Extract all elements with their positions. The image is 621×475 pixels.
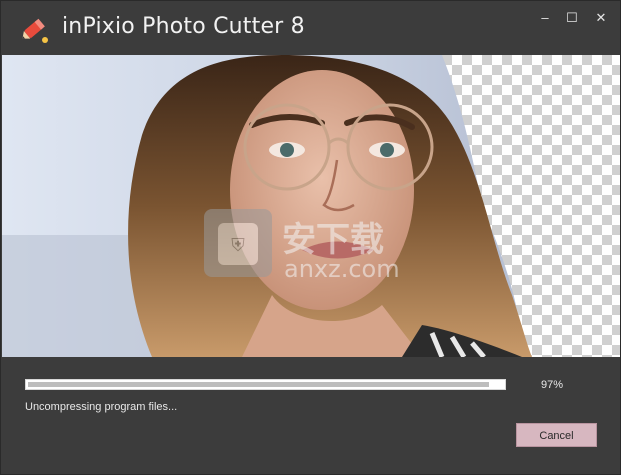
watermark-cjk: 安下载 [282,220,384,260]
portrait-photo: ⛨ 安下载 anxz.com [2,55,620,357]
maximize-button[interactable]: ☐ [558,7,586,29]
hero-image: ⛨ 安下载 anxz.com [2,55,620,357]
installer-window: inPixio Photo Cutter 8 – ☐ ✕ ⛨ 安下载 anxz.… [0,0,621,475]
watermark-text: anxz.com [284,255,400,283]
minimize-button[interactable]: – [531,7,559,29]
progress-fill [28,382,489,387]
svg-text:⛨: ⛨ [231,235,245,256]
progress-panel: 97% Uncompressing program files... Cance… [1,357,620,474]
status-text: Uncompressing program files... [25,401,178,413]
title-bar[interactable]: inPixio Photo Cutter 8 – ☐ ✕ [1,1,620,55]
cancel-button[interactable]: Cancel [516,423,597,447]
progress-percent: 97% [541,379,564,391]
close-button[interactable]: ✕ [587,7,615,29]
progress-bar [25,379,506,390]
window-title: inPixio Photo Cutter 8 [62,14,305,39]
pencil-logo-icon [22,18,48,43]
